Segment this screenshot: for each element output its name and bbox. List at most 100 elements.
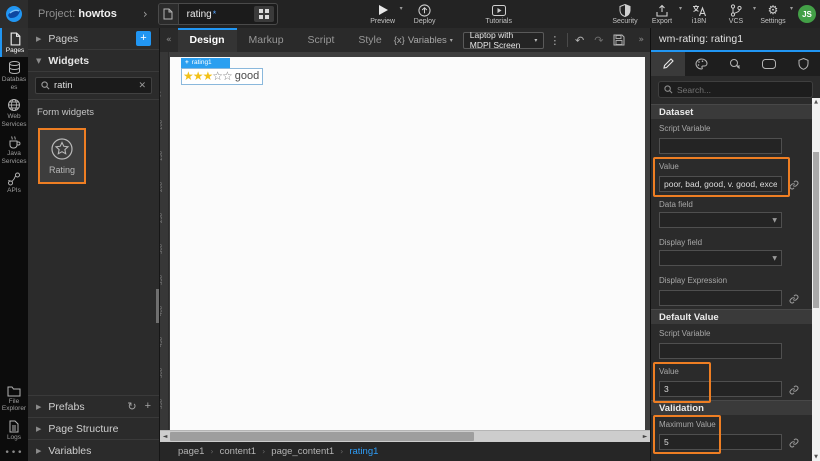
variables-icon: {x}: [394, 35, 405, 46]
pages-section-header[interactable]: ▶ Pages +: [28, 28, 159, 50]
properties-scrollbar[interactable]: ▲ ▼: [812, 98, 820, 461]
pages-widgets-panel: ▶ Pages + ▼ Widgets ✕ Form widgets Ratin…: [28, 28, 160, 461]
pages-grid-icon[interactable]: [254, 6, 274, 22]
maximum-value-input[interactable]: [659, 434, 782, 450]
widget-search-input[interactable]: [54, 80, 134, 91]
vertical-ruler: 0 50 100 150 200 250 300 350 400 450 500…: [160, 52, 169, 430]
export-button[interactable]: Export ▾: [645, 0, 679, 28]
sidebar-item-databases[interactable]: Databases: [0, 57, 28, 94]
open-page-tab[interactable]: rating*: [158, 3, 278, 25]
prefabs-section-header[interactable]: ▶ Prefabs ↻ +: [28, 395, 159, 417]
project-name: howtos: [78, 8, 117, 20]
design-canvas[interactable]: +rating1 ★★★ ☆☆ good: [170, 57, 645, 430]
properties-search-input[interactable]: [677, 85, 807, 95]
security-button[interactable]: Security: [608, 0, 642, 28]
bind-property-icon[interactable]: [789, 180, 799, 190]
horizontal-scroll-thumb[interactable]: [170, 432, 474, 441]
add-prefab-button[interactable]: +: [145, 400, 151, 413]
scroll-down-icon[interactable]: ▼: [812, 453, 820, 461]
search-icon: [41, 81, 50, 90]
bind-property-icon[interactable]: [789, 438, 799, 448]
tab-security[interactable]: [786, 52, 820, 76]
selected-widget-tag[interactable]: +rating1: [181, 58, 230, 68]
database-icon: [8, 61, 21, 75]
folder-icon: [7, 385, 21, 397]
tab-mobile[interactable]: [752, 52, 786, 76]
chevron-right-icon: ›: [143, 7, 148, 21]
caret-down-icon: ▾: [534, 37, 537, 44]
rating-widget-preview[interactable]: ★★★ ☆☆ good: [181, 68, 263, 85]
bind-property-icon[interactable]: [789, 294, 799, 304]
sidebar-item-file-explorer[interactable]: File Explorer: [0, 381, 28, 416]
sidebar-item-java-services[interactable]: Java Services: [0, 131, 28, 168]
sidebar-item-pages[interactable]: Pages: [0, 28, 28, 57]
more-options-icon[interactable]: •••: [0, 444, 28, 461]
scroll-left-icon[interactable]: ◄: [160, 431, 170, 442]
chevron-right-icon: ›: [210, 447, 213, 456]
wavemaker-logo[interactable]: [0, 0, 28, 28]
tab-style[interactable]: Style: [346, 28, 393, 52]
play-icon: [377, 3, 389, 17]
scroll-up-icon[interactable]: ▲: [812, 98, 820, 106]
sidebar-item-logs[interactable]: Logs: [0, 416, 28, 444]
sidebar-item-web-services[interactable]: Web Services: [0, 94, 28, 131]
tab-markup[interactable]: Markup: [237, 28, 296, 52]
field-display-expression: Display Expression: [651, 271, 812, 309]
collapse-right-panel-icon[interactable]: »: [632, 35, 650, 45]
page-structure-section-header[interactable]: ▶ Page Structure: [28, 417, 159, 439]
project-title: Project: howtos: [38, 8, 117, 20]
breadcrumb-page-content1[interactable]: page_content1: [271, 446, 334, 457]
default-value-input[interactable]: [659, 381, 782, 397]
tab-script[interactable]: Script: [296, 28, 347, 52]
script-variable-input[interactable]: [659, 138, 782, 154]
display-field-select[interactable]: ▼: [659, 250, 782, 266]
bind-property-icon[interactable]: [789, 385, 799, 395]
device-selector[interactable]: Laptop with MDPI Screen ▾: [463, 32, 545, 49]
add-page-button[interactable]: +: [136, 31, 151, 46]
properties-search-container: [651, 76, 820, 104]
video-icon: [492, 3, 506, 17]
data-field-select[interactable]: ▼: [659, 212, 782, 228]
vcs-button[interactable]: VCS ▾: [719, 0, 753, 28]
collapsed-arrow-icon: ▶: [36, 35, 41, 43]
move-handle-icon: +: [185, 59, 189, 66]
display-expression-input[interactable]: [659, 290, 782, 306]
kebab-menu-icon[interactable]: ⋮: [544, 34, 565, 47]
rating-widget-tile[interactable]: Rating: [38, 128, 86, 184]
tab-styles[interactable]: [685, 52, 719, 76]
canvas-horizontal-scrollbar[interactable]: ◄ ►: [160, 430, 650, 442]
breadcrumb-content1[interactable]: content1: [220, 446, 256, 457]
breadcrumb-page1[interactable]: page1: [178, 446, 204, 457]
variables-button[interactable]: {x} Variables ▾: [394, 35, 453, 46]
sidebar-item-apis[interactable]: APIs: [0, 168, 28, 197]
tab-design[interactable]: Design: [178, 28, 237, 52]
collapse-left-panel-icon[interactable]: «: [160, 35, 178, 45]
tab-events[interactable]: [719, 52, 753, 76]
refresh-icon[interactable]: ↻: [127, 400, 136, 413]
i18n-button[interactable]: i18N: [682, 0, 716, 28]
redo-icon[interactable]: ↷: [589, 34, 608, 47]
script-variable-input[interactable]: [659, 343, 782, 359]
caret-down-icon: ▾: [790, 5, 793, 12]
clear-search-icon[interactable]: ✕: [138, 81, 146, 91]
tutorials-button[interactable]: Tutorials: [482, 0, 516, 28]
deploy-button[interactable]: Deploy: [408, 0, 442, 28]
widgets-section-header[interactable]: ▼ Widgets: [28, 50, 159, 72]
tab-properties[interactable]: [651, 52, 685, 76]
page-file-icon: [159, 4, 179, 24]
scroll-right-icon[interactable]: ►: [640, 431, 650, 442]
user-avatar[interactable]: JS: [798, 5, 816, 23]
settings-button[interactable]: ⚙ Settings ▾: [756, 0, 790, 28]
leftpanel-scrollbar[interactable]: [156, 289, 159, 323]
breadcrumb-rating1[interactable]: rating1: [349, 446, 378, 457]
dataset-value-input[interactable]: [659, 176, 782, 192]
export-icon: [656, 4, 668, 18]
save-icon[interactable]: [608, 34, 630, 46]
shield-outline-icon: [798, 58, 809, 70]
undo-icon[interactable]: ↶: [570, 34, 589, 47]
variables-section-header[interactable]: ▶ Variables: [28, 439, 159, 461]
preview-button[interactable]: Preview ▾: [366, 0, 400, 28]
wavemaker-logo-icon: [5, 5, 23, 23]
vertical-scroll-thumb[interactable]: [813, 152, 819, 308]
empty-stars: ☆☆: [212, 69, 232, 83]
